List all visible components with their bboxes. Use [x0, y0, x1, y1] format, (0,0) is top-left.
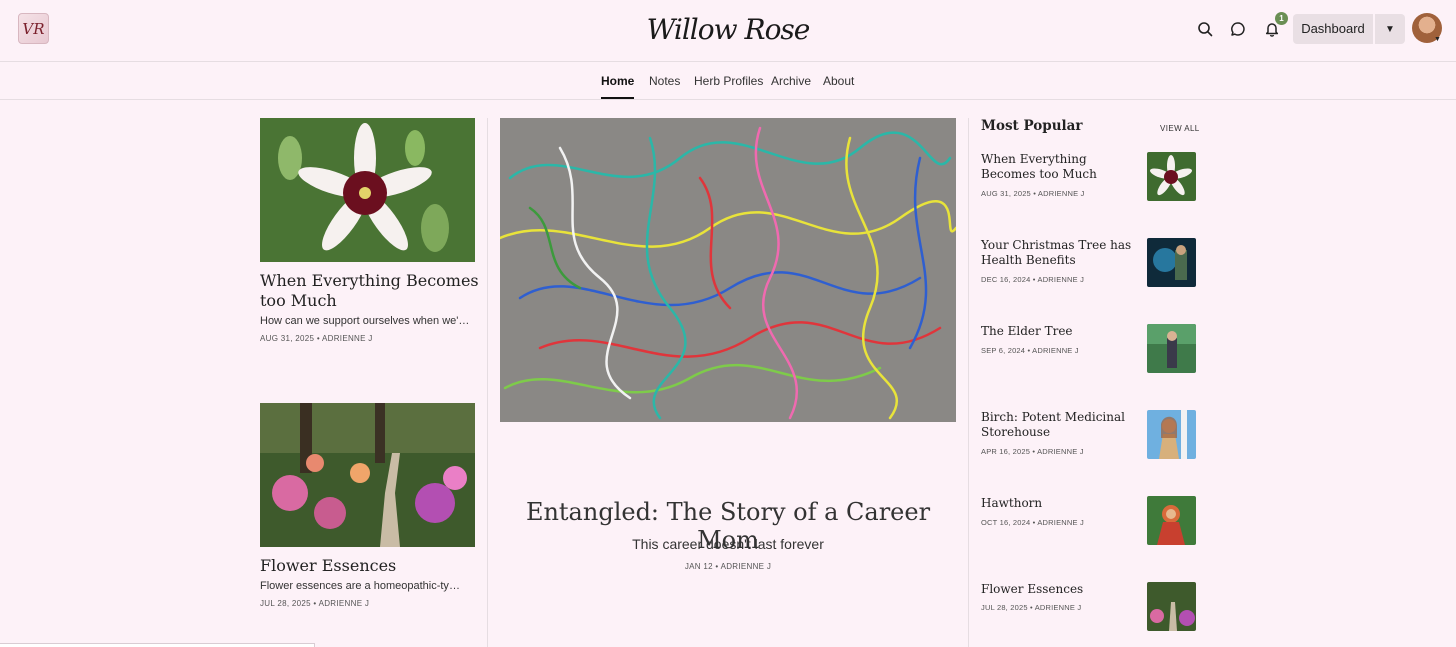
nav-home[interactable]: Home	[601, 62, 635, 99]
feature-meta: JAN 12 • ADRIENNE J	[684, 562, 772, 571]
nav-archive[interactable]: Archive	[771, 62, 811, 99]
avatar-caret-icon: ▼	[1434, 36, 1441, 43]
popular-item-meta: AUG 31, 2025 • ADRIENNE J	[981, 189, 1085, 198]
popular-item-title[interactable]: The Elder Tree	[981, 324, 1136, 339]
popular-item-thumbnail[interactable]	[1147, 238, 1196, 287]
post-title[interactable]: Flower Essences	[260, 556, 480, 576]
popular-item-thumbnail[interactable]	[1147, 324, 1196, 373]
logo-text: VR	[22, 19, 45, 38]
nav-herb-profiles[interactable]: Herb Profiles	[694, 62, 763, 99]
feature-subtitle: This career doesn't last forever	[632, 536, 824, 552]
dashboard-button[interactable]: Dashboard	[1293, 14, 1373, 44]
popular-item-thumbnail[interactable]	[1147, 410, 1196, 459]
popular-item-title[interactable]: Hawthorn	[981, 496, 1136, 511]
lily-flower-image[interactable]	[260, 118, 475, 262]
caret-down-icon: ▼	[1385, 23, 1395, 35]
tangled-yarn-image[interactable]	[500, 118, 956, 422]
popular-item-thumbnail[interactable]	[1147, 582, 1196, 631]
dashboard-menu-button[interactable]: ▼	[1375, 14, 1405, 44]
popular-item-meta: SEP 6, 2024 • ADRIENNE J	[981, 346, 1079, 355]
bottom-panel-edge	[0, 643, 315, 647]
post-meta: JUL 28, 2025 • ADRIENNE J	[260, 599, 370, 608]
column-divider	[487, 118, 488, 647]
post-excerpt: Flower essences are a homeopathic-type..…	[260, 580, 460, 592]
garden-path-image[interactable]	[260, 403, 475, 547]
popular-item-meta: APR 16, 2025 • ADRIENNE J	[981, 447, 1084, 456]
search-icon[interactable]	[1192, 16, 1218, 42]
popular-item-title[interactable]: Flower Essences	[981, 582, 1136, 597]
post-excerpt: How can we support ourselves when we're …	[260, 315, 472, 327]
chat-icon[interactable]	[1225, 16, 1251, 42]
nav-notes[interactable]: Notes	[649, 62, 680, 99]
post-title[interactable]: When Everything Becomes too Much	[260, 271, 480, 311]
popular-item-meta: OCT 16, 2024 • ADRIENNE J	[981, 518, 1084, 527]
popular-item-thumbnail[interactable]	[1147, 152, 1196, 201]
top-bar: VR Willow Rose 1 Dashboard ▼ ▼	[0, 0, 1456, 62]
nav-about[interactable]: About	[823, 62, 854, 99]
post-meta: AUG 31, 2025 • ADRIENNE J	[260, 334, 373, 343]
popular-item-title[interactable]: Your Christmas Tree has Health Benefits	[981, 238, 1136, 268]
most-popular-heading: Most Popular	[981, 118, 1083, 134]
popular-item-meta: JUL 28, 2025 • ADRIENNE J	[981, 603, 1082, 612]
column-divider	[968, 118, 969, 647]
view-all-link[interactable]: VIEW ALL	[1160, 124, 1200, 133]
site-logo-icon[interactable]: VR	[18, 13, 49, 44]
popular-item-meta: DEC 16, 2024 • ADRIENNE J	[981, 275, 1085, 284]
popular-item-title[interactable]: Birch: Potent Medicinal Storehouse	[981, 410, 1136, 440]
popular-item-title[interactable]: When Everything Becomes too Much	[981, 152, 1136, 182]
main-nav: Home Notes Herb Profiles Archive About	[0, 62, 1456, 100]
notification-badge: 1	[1275, 12, 1288, 25]
brand-title[interactable]: Willow Rose	[628, 8, 828, 52]
popular-item-thumbnail[interactable]	[1147, 496, 1196, 545]
